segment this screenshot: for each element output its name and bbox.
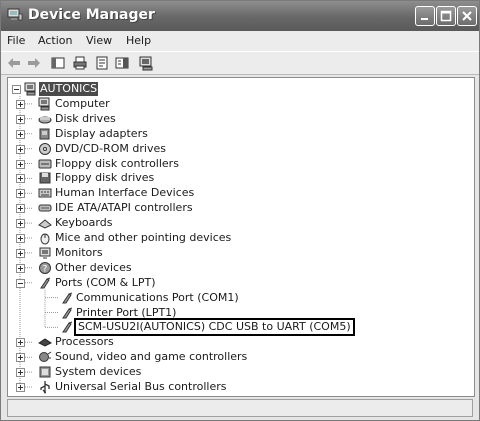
tree-node-system-devices[interactable]: System devices xyxy=(55,365,141,379)
forward-icon[interactable] xyxy=(26,55,42,71)
expander-ide-ata-atapi-controllers[interactable] xyxy=(16,204,25,214)
tree-node-ports-com-lpt[interactable]: Ports (COM & LPT) xyxy=(55,276,156,290)
tree-node-floppy-disk-drives[interactable]: Floppy disk drives xyxy=(55,171,154,185)
scan-hardware-icon[interactable] xyxy=(138,55,154,71)
floppy-drive-icon xyxy=(39,172,51,184)
expander-mice-and-other-pointing-devices[interactable] xyxy=(16,234,25,243)
tree-root-autonics[interactable]: AUTONICS xyxy=(39,82,99,96)
keyboard-icon xyxy=(38,219,52,229)
expander-human-interface-devices[interactable] xyxy=(16,189,25,199)
expander-floppy-disk-drives[interactable] xyxy=(16,174,25,184)
menu-view[interactable]: View xyxy=(86,34,112,47)
menu-file[interactable]: File xyxy=(7,34,25,47)
display-adapter-icon xyxy=(39,128,50,140)
menu-bar: File Action View Help xyxy=(1,31,479,51)
svg-text:?: ? xyxy=(43,264,48,274)
expander-keyboards[interactable] xyxy=(16,219,25,229)
properties-icon[interactable] xyxy=(94,55,110,71)
port-icon xyxy=(40,277,51,289)
device-manager-icon xyxy=(7,8,23,21)
port-icon xyxy=(62,307,73,318)
expander-ports-com-lpt[interactable] xyxy=(16,278,25,288)
tree-node-monitors[interactable]: Monitors xyxy=(55,246,103,260)
tree-node-floppy-disk-controllers[interactable]: Floppy disk controllers xyxy=(55,157,179,171)
expander-other-devices[interactable] xyxy=(16,263,25,273)
expander-dvd-cd-rom-drives[interactable] xyxy=(16,144,25,154)
tree-node-human-interface-devices[interactable]: Human Interface Devices xyxy=(55,186,194,200)
maximize-button[interactable] xyxy=(436,6,456,26)
close-icon xyxy=(462,11,472,21)
menu-action[interactable]: Action xyxy=(38,34,72,47)
minimize-button[interactable] xyxy=(415,6,435,26)
system-device-icon xyxy=(39,366,51,378)
tree-child-printer-port-lpt1[interactable]: Printer Port (LPT1) xyxy=(76,306,176,320)
ide-controller-icon xyxy=(38,204,52,212)
help-pane-icon[interactable] xyxy=(114,55,130,71)
tree-node-processors[interactable]: Processors xyxy=(55,335,114,349)
root-collapse-toggle[interactable] xyxy=(12,85,21,94)
tree-node-sound-video-and-game-controllers[interactable]: Sound, video and game controllers xyxy=(55,350,247,364)
tree-node-disk-drives[interactable]: Disk drives xyxy=(55,112,116,126)
tree-node-display-adapters[interactable]: Display adapters xyxy=(55,127,148,141)
maximize-icon xyxy=(440,10,452,22)
dvd-icon xyxy=(39,142,51,155)
tree-child-highlighted-device[interactable]: SCM-USU2I(AUTONICS) CDC USB to UART (COM… xyxy=(74,318,355,337)
tree-node-computer[interactable]: Computer xyxy=(55,97,110,111)
expander-system-devices[interactable] xyxy=(16,368,25,378)
tree-node-universal-serial-bus-controllers[interactable]: Universal Serial Bus controllers xyxy=(55,380,226,394)
expander-universal-serial-bus-controllers[interactable] xyxy=(16,383,25,392)
close-button[interactable] xyxy=(457,6,477,26)
tree-node-other-devices[interactable]: Other devices xyxy=(55,261,132,275)
tree-child-communications-port-com1[interactable]: Communications Port (COM1) xyxy=(76,291,239,305)
status-bar xyxy=(7,399,473,417)
computer-icon xyxy=(38,97,50,111)
tree-node-mice-and-other-pointing-devices[interactable]: Mice and other pointing devices xyxy=(55,231,231,245)
port-icon xyxy=(62,292,73,304)
floppy-controller-icon xyxy=(38,159,52,168)
other-devices-icon: ? xyxy=(39,261,51,274)
properties-pane-icon[interactable] xyxy=(50,55,66,71)
expander-processors[interactable] xyxy=(16,338,25,348)
expander-disk-drives[interactable] xyxy=(16,114,25,124)
minimize-icon xyxy=(421,18,428,20)
tree-node-dvd-cd-rom-drives[interactable]: DVD/CD-ROM drives xyxy=(55,142,166,156)
toolbar xyxy=(1,51,479,75)
expander-computer[interactable] xyxy=(16,99,25,109)
sound-icon xyxy=(39,351,52,363)
expander-floppy-disk-controllers[interactable] xyxy=(16,159,25,169)
print-icon[interactable] xyxy=(72,55,88,71)
hid-icon xyxy=(38,188,52,198)
expander-sound-video-and-game-controllers[interactable] xyxy=(16,353,25,363)
monitor-icon xyxy=(39,247,51,259)
back-icon[interactable] xyxy=(6,55,22,71)
computer-icon xyxy=(24,82,36,96)
processor-icon xyxy=(38,338,52,347)
menu-help[interactable]: Help xyxy=(126,34,151,47)
tree-node-ide-ata-atapi-controllers[interactable]: IDE ATA/ATAPI controllers xyxy=(55,201,193,215)
window-title: Device Manager xyxy=(28,7,155,23)
tree-node-keyboards[interactable]: Keyboards xyxy=(55,216,112,230)
device-tree: AUTONICS Computer Disk drives Display adapt… xyxy=(7,77,475,397)
usb-icon xyxy=(40,381,50,394)
device-manager-window: Device Manager File Action View Help AUT… xyxy=(0,0,480,421)
disk-drive-icon xyxy=(38,116,52,124)
port-icon xyxy=(62,321,73,333)
title-bar[interactable]: Device Manager xyxy=(1,1,479,31)
mouse-icon xyxy=(40,233,50,245)
expander-monitors[interactable] xyxy=(16,248,25,258)
expander-display-adapters[interactable] xyxy=(16,129,25,139)
